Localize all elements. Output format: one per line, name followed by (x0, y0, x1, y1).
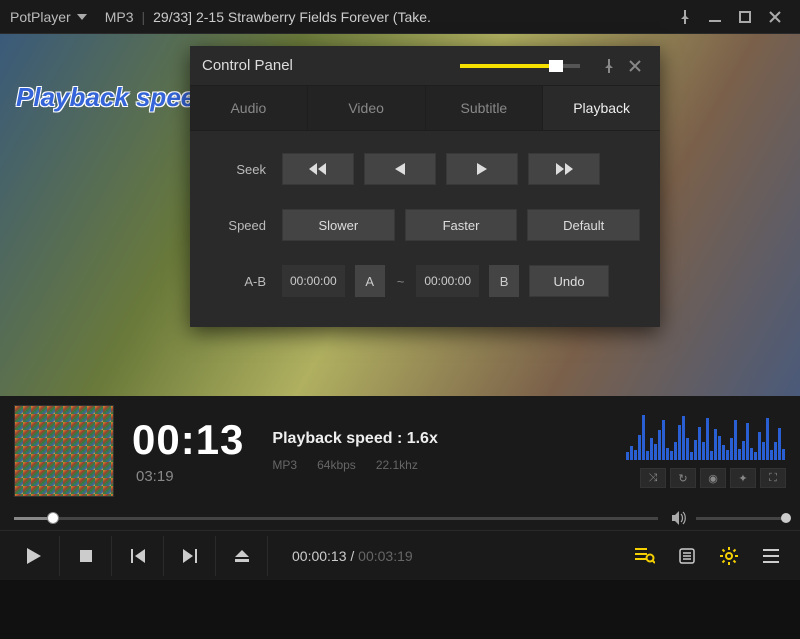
capture-icon[interactable]: ◉ (700, 468, 726, 488)
app-menu[interactable]: PotPlayer (10, 9, 87, 25)
time-sep: / (347, 548, 359, 564)
total-time: 00:03:19 (358, 548, 413, 564)
search-filter-icon[interactable] (624, 536, 666, 576)
control-panel-header[interactable]: Control Panel (190, 46, 660, 86)
osd-text: Playback spee (16, 82, 195, 113)
bitrate-label: 64kbps (317, 458, 356, 472)
seek-rewind-button[interactable] (364, 153, 436, 185)
title-bar: PotPlayer MP3 | 29/33] 2-15 Strawberry F… (0, 0, 800, 34)
minimize-button[interactable] (700, 5, 730, 29)
speed-default-button[interactable]: Default (527, 209, 640, 241)
speed-faster-button[interactable]: Faster (405, 209, 518, 241)
pin-icon[interactable] (670, 5, 700, 29)
eject-button[interactable] (216, 536, 268, 576)
seek-rewind-fast-button[interactable] (282, 153, 354, 185)
seek-bar-row (0, 506, 800, 530)
ab-set-a-button[interactable]: A (355, 265, 385, 297)
maximize-button[interactable] (730, 5, 760, 29)
ab-row-label: A-B (210, 274, 266, 289)
snapshot-icon[interactable]: ✦ (730, 468, 756, 488)
ab-b-time: 00:00:00 (416, 265, 479, 297)
seek-row-label: Seek (210, 162, 266, 177)
playback-controls: 00:00:13 / 00:03:19 (0, 530, 800, 580)
chevron-down-icon (77, 14, 87, 20)
panel-body: Seek Speed Slower Faster Default A-B 00:… (190, 131, 660, 327)
time-display: 00:00:13 / 00:03:19 (292, 548, 413, 564)
tab-playback[interactable]: Playback (543, 86, 660, 130)
panel-pin-icon[interactable] (596, 53, 622, 79)
control-panel: Control Panel Audio Video Subtitle Playb… (190, 46, 660, 327)
playback-speed-text: Playback speed : 1.6x (272, 430, 437, 448)
ab-separator: ~ (395, 274, 407, 289)
seek-forward-button[interactable] (446, 153, 518, 185)
samplerate-label: 22.1khz (376, 458, 418, 472)
ab-a-time: 00:00:00 (282, 265, 345, 297)
speed-row-label: Speed (210, 218, 266, 233)
settings-gear-icon[interactable] (708, 536, 750, 576)
speed-slower-button[interactable]: Slower (282, 209, 395, 241)
repeat-icon[interactable]: ↻ (670, 468, 696, 488)
volume-slider[interactable] (696, 517, 786, 520)
audio-visualizer (626, 414, 786, 460)
app-name-label: PotPlayer (10, 9, 71, 25)
shuffle-icon[interactable]: ⤨ (640, 468, 666, 488)
ab-set-b-button[interactable]: B (489, 265, 519, 297)
tab-subtitle[interactable]: Subtitle (426, 86, 544, 130)
panel-close-icon[interactable] (622, 53, 648, 79)
stop-button[interactable] (60, 536, 112, 576)
total-time-small: 03:19 (136, 469, 244, 484)
previous-button[interactable] (112, 536, 164, 576)
control-panel-title: Control Panel (202, 57, 293, 74)
seek-forward-fast-button[interactable] (528, 153, 600, 185)
info-strip: 00:13 03:19 Playback speed : 1.6x MP3 64… (0, 396, 800, 506)
volume-icon[interactable] (672, 511, 688, 525)
track-title: 29/33] 2-15 Strawberry Fields Forever (T… (153, 9, 431, 25)
play-button[interactable] (8, 536, 60, 576)
elapsed-time: 00:00:13 (292, 548, 347, 564)
next-button[interactable] (164, 536, 216, 576)
panel-opacity-slider[interactable] (460, 64, 580, 68)
menu-icon[interactable] (750, 536, 792, 576)
fullscreen-icon[interactable]: ⛶ (760, 468, 786, 488)
ab-undo-button[interactable]: Undo (529, 265, 609, 297)
album-art[interactable] (14, 405, 114, 497)
close-button[interactable] (760, 5, 790, 29)
tab-video[interactable]: Video (308, 86, 426, 130)
current-time-large: 00:13 (132, 419, 244, 461)
playlist-icon[interactable] (666, 536, 708, 576)
separator: | (142, 9, 146, 25)
panel-tabs: Audio Video Subtitle Playback (190, 86, 660, 131)
codec-label: MP3 (272, 458, 297, 472)
format-label: MP3 (105, 9, 134, 25)
tab-audio[interactable]: Audio (190, 86, 308, 130)
seek-slider[interactable] (14, 517, 658, 520)
